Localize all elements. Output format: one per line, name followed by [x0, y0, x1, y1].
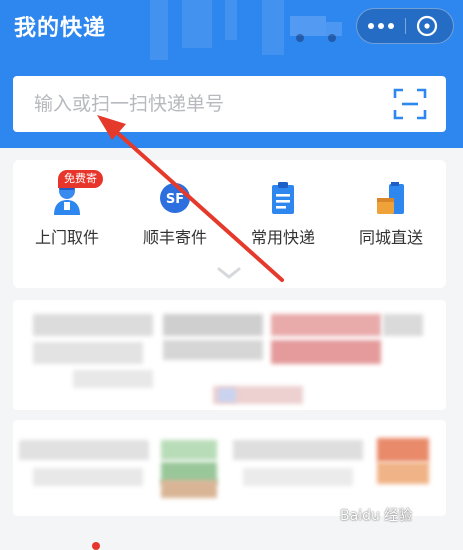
service-city-delivery[interactable]: 同城直送 — [337, 180, 445, 250]
mini-program-capsule — [356, 8, 454, 44]
svg-text:SF: SF — [166, 192, 184, 207]
chevron-down-icon[interactable] — [216, 266, 242, 280]
blurred-block — [73, 370, 153, 388]
background-decoration — [182, 0, 212, 48]
city-delivery-icon — [377, 182, 404, 214]
header-bar: 我的快递 — [0, 0, 463, 148]
tab-indicator-dot — [92, 542, 100, 550]
blurred-block — [33, 314, 153, 336]
watermark: Baidu 经验 — [340, 508, 413, 524]
blurred-block — [218, 388, 236, 402]
service-frequent-express[interactable]: 常用快递 — [229, 180, 337, 250]
blurred-block — [233, 440, 363, 460]
background-decoration — [225, 0, 237, 40]
blurred-block — [19, 440, 149, 460]
sf-logo-icon: SF — [160, 183, 190, 213]
service-label: 同城直送 — [358, 228, 423, 247]
blurred-block — [243, 468, 353, 486]
more-icon[interactable] — [357, 9, 405, 43]
blurred-block — [163, 314, 263, 336]
blurred-block — [271, 314, 381, 336]
background-decoration — [262, 0, 284, 55]
service-sf-express[interactable]: SF 顺丰寄件 — [121, 180, 229, 250]
blurred-content-panel — [13, 300, 446, 410]
close-circle-icon[interactable] — [415, 14, 439, 38]
blurred-block — [161, 440, 217, 460]
blurred-block — [377, 438, 429, 462]
service-label: 常用快递 — [250, 228, 315, 247]
blurred-block — [383, 314, 423, 336]
tracking-number-input[interactable] — [13, 76, 393, 132]
blurred-block — [33, 342, 143, 364]
blurred-block — [377, 462, 429, 484]
page-title: 我的快递 — [14, 16, 107, 41]
search-box — [13, 76, 446, 132]
background-decoration — [150, 0, 168, 60]
blurred-block — [161, 480, 217, 498]
free-send-badge: 免费寄 — [58, 170, 103, 188]
blurred-block — [271, 340, 381, 364]
scan-icon[interactable] — [393, 88, 427, 120]
clipboard-icon — [272, 182, 294, 214]
capsule-divider — [405, 18, 406, 34]
service-label: 顺丰寄件 — [142, 228, 207, 247]
service-pickup[interactable]: 上门取件 — [13, 180, 121, 250]
truck-illustration — [290, 16, 342, 42]
service-label: 上门取件 — [34, 228, 99, 247]
blurred-block — [163, 340, 263, 360]
blurred-content-panel — [13, 420, 446, 516]
blurred-block — [33, 468, 143, 486]
